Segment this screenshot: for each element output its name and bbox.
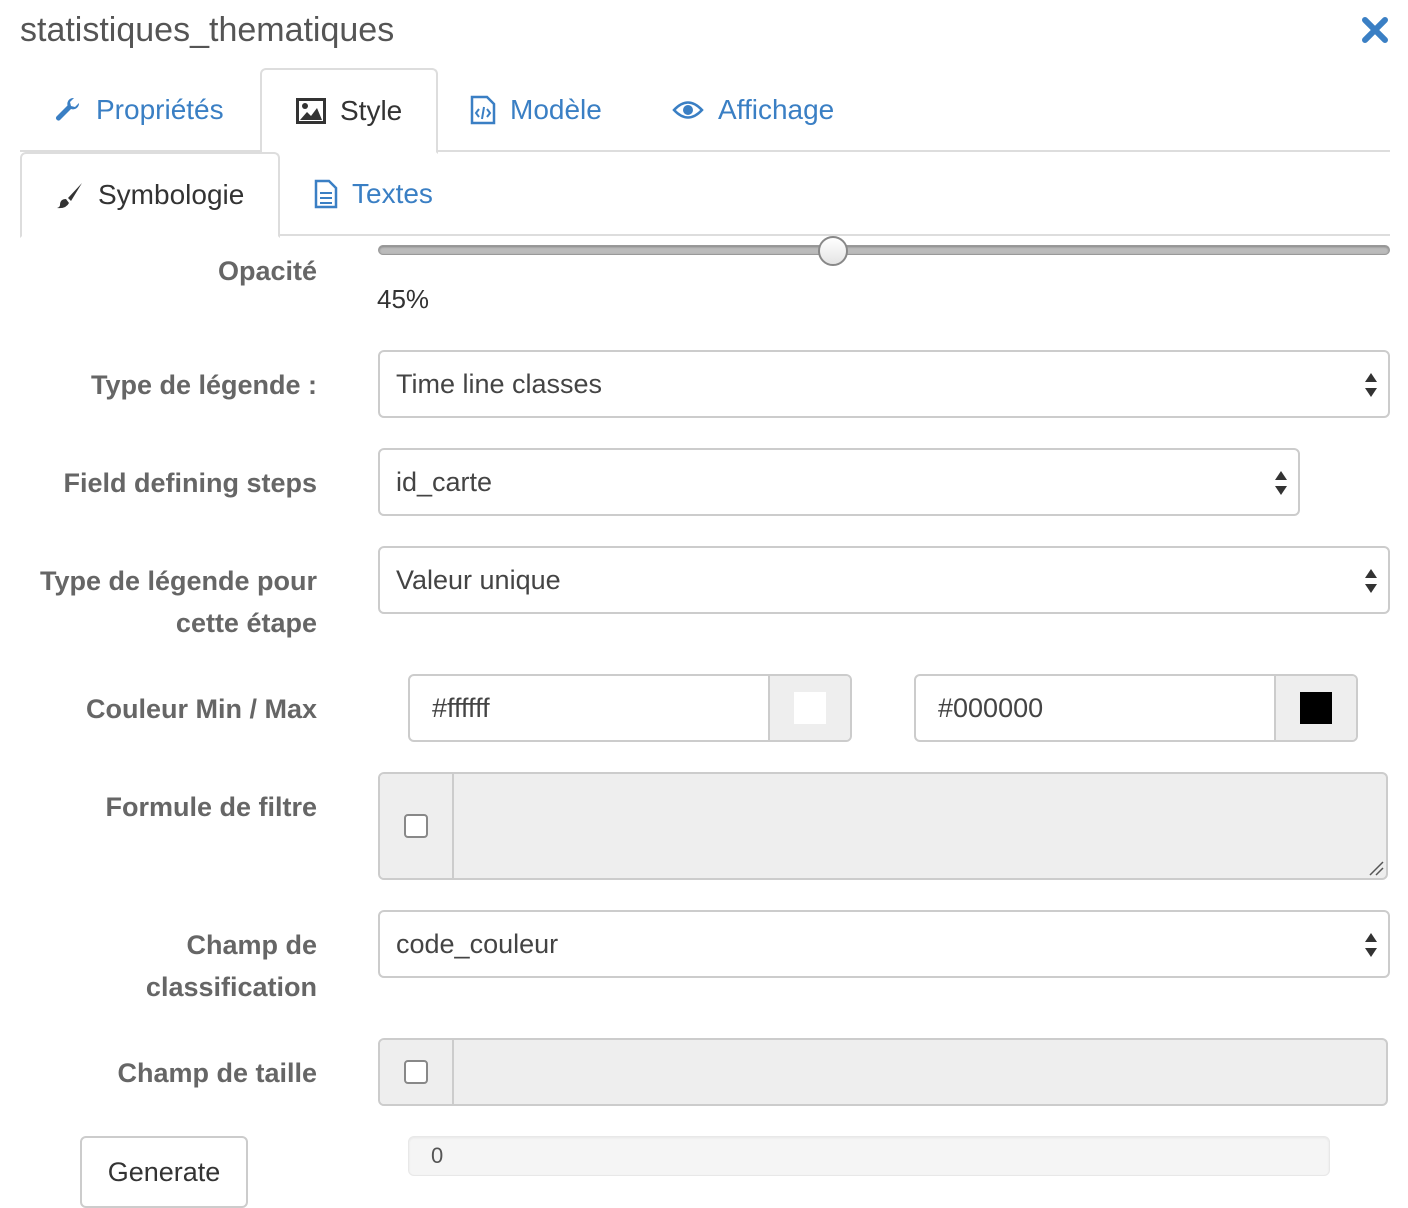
dialog-title: statistiques_thematiques: [20, 11, 395, 49]
size-field-label: Champ de taille: [117, 1058, 317, 1088]
legend-type-value: Time line classes: [396, 368, 603, 399]
tab-label: Affichage: [718, 94, 835, 125]
opacity-slider-track[interactable]: [378, 245, 1390, 255]
filter-label: Formule de filtre: [105, 792, 317, 822]
eye-icon: [672, 101, 704, 119]
color-min-input[interactable]: #ffffff: [410, 676, 768, 740]
size-field-checkbox[interactable]: [404, 1060, 428, 1084]
tab-label: Symbologie: [98, 179, 245, 210]
step-legend-type-label: Type de légende pour cette étape: [40, 560, 317, 644]
document-icon: [314, 179, 338, 209]
paintbrush-icon: [57, 183, 82, 209]
tab-modele[interactable]: Modèle: [436, 68, 636, 152]
opacity-slider-thumb[interactable]: [818, 236, 849, 266]
step-legend-type-select[interactable]: Valeur unique: [378, 546, 1390, 614]
wrench-icon: [55, 97, 80, 121]
legend-type-select[interactable]: Time line classes: [378, 350, 1390, 418]
tab-symbologie[interactable]: Symbologie: [20, 152, 281, 238]
colors-label: Couleur Min / Max: [85, 694, 317, 724]
color-min-picker[interactable]: [768, 676, 850, 740]
code-file-icon: [470, 95, 496, 125]
tab-label: Propriétés: [96, 94, 224, 125]
size-field-group: [378, 1038, 1388, 1106]
tab-affichage[interactable]: Affichage: [638, 68, 868, 152]
color-max-input[interactable]: #000000: [916, 676, 1274, 740]
label-line-2: cette étape: [175, 608, 317, 638]
tab-style[interactable]: Style: [260, 68, 439, 154]
legend-type-label: Type de légende :: [90, 370, 317, 400]
color-max-group: #000000: [914, 674, 1358, 742]
opacity-label: Opacité: [217, 256, 317, 286]
color-min-swatch: [794, 692, 826, 724]
step-field-value: id_carte: [396, 466, 493, 497]
size-field-input[interactable]: [454, 1040, 1386, 1104]
step-field-select[interactable]: id_carte: [378, 448, 1300, 516]
main-tabs: Propriétés Style Modèle Affichage: [20, 68, 1390, 154]
image-icon: [296, 98, 326, 124]
select-arrows-icon: [1275, 471, 1287, 495]
select-arrows-icon: [1365, 933, 1377, 957]
tab-proprietes[interactable]: Propriétés: [20, 68, 258, 152]
step-field-label: Field defining steps: [63, 468, 317, 498]
opacity-value: 45%: [377, 284, 430, 314]
label-line-2: classification: [145, 972, 317, 1002]
step-legend-type-value: Valeur unique: [396, 564, 561, 595]
tab-label: Textes: [352, 178, 433, 209]
select-arrows-icon: [1365, 373, 1377, 397]
select-arrows-icon: [1365, 569, 1377, 593]
filter-checkbox[interactable]: [404, 814, 428, 838]
label-line-1: Type de légende pour: [39, 566, 317, 596]
close-icon[interactable]: [1359, 14, 1391, 46]
color-max-picker[interactable]: [1274, 676, 1356, 740]
filter-textarea[interactable]: [454, 774, 1386, 878]
filter-checkbox-addon: [380, 774, 454, 878]
tab-label: Style: [340, 95, 403, 126]
resize-handle-icon[interactable]: [1366, 858, 1384, 876]
label-line-1: Champ de: [186, 930, 317, 960]
progress-bar: 0: [408, 1136, 1330, 1176]
tab-textes[interactable]: Textes: [280, 152, 467, 236]
progress-text: 0: [431, 1143, 444, 1168]
size-checkbox-addon: [380, 1040, 454, 1104]
color-min-group: #ffffff: [408, 674, 852, 742]
class-field-select[interactable]: code_couleur: [378, 910, 1390, 978]
class-field-label: Champ de classification: [146, 924, 317, 1008]
generate-button[interactable]: Generate: [80, 1136, 248, 1208]
color-max-swatch: [1300, 692, 1332, 724]
sub-tabs: Symbologie Textes: [20, 152, 1390, 238]
filter-group: [378, 772, 1388, 880]
tab-label: Modèle: [510, 94, 602, 125]
class-field-value: code_couleur: [396, 928, 559, 959]
